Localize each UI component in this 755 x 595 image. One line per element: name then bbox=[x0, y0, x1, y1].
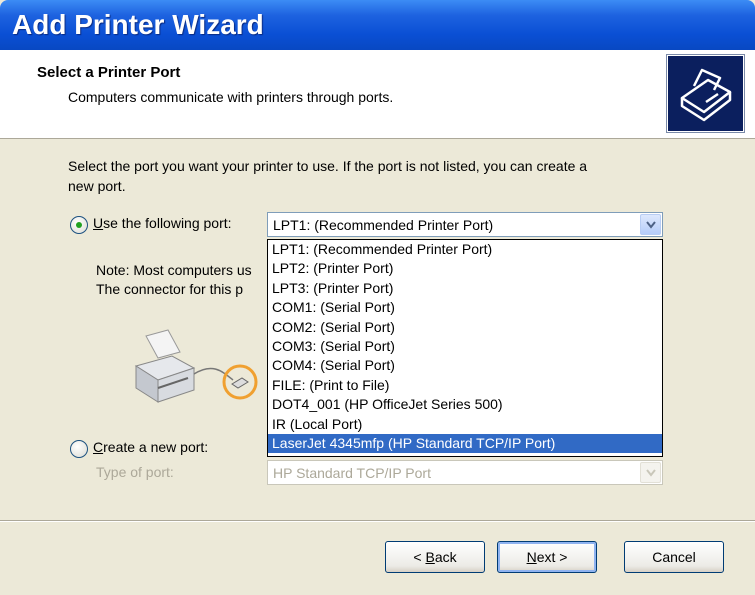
title-bar: Add Printer Wizard bbox=[0, 0, 755, 50]
back-button[interactable]: < Back bbox=[385, 541, 485, 573]
type-of-port-label: Type of port: bbox=[96, 464, 174, 480]
port-option[interactable]: LPT1: (Recommended Printer Port) bbox=[268, 240, 662, 259]
chevron-down-icon bbox=[646, 221, 656, 229]
next-button[interactable]: Next > bbox=[497, 541, 597, 573]
create-port-label-rest: reate a new port: bbox=[103, 439, 209, 455]
create-new-port-label[interactable]: Create a new port: bbox=[93, 439, 208, 455]
instruction-text-1: Select the port you want your printer to… bbox=[68, 158, 588, 174]
port-option[interactable]: DOT4_001 (HP OfficeJet Series 500) bbox=[268, 395, 662, 414]
port-select-value: LPT1: (Recommended Printer Port) bbox=[273, 217, 494, 233]
back-button-accel: B bbox=[425, 549, 435, 565]
create-port-accel: C bbox=[93, 439, 104, 455]
note-text-2: The connector for this p bbox=[96, 281, 244, 297]
port-option[interactable]: COM4: (Serial Port) bbox=[268, 356, 662, 375]
port-type-select[interactable]: HP Standard TCP/IP Port bbox=[267, 460, 663, 485]
use-following-port-radio[interactable] bbox=[70, 216, 88, 234]
port-select[interactable]: LPT1: (Recommended Printer Port) bbox=[267, 212, 663, 237]
next-button-label: ext > bbox=[536, 549, 568, 565]
port-option[interactable]: FILE: (Print to File) bbox=[268, 376, 662, 395]
instruction-text-2: new port. bbox=[68, 178, 126, 194]
use-following-port-label[interactable]: Use the following port: bbox=[93, 215, 232, 231]
port-connector-icon bbox=[231, 377, 249, 389]
back-button-prefix: < bbox=[413, 549, 426, 565]
button-separator bbox=[0, 520, 755, 522]
use-port-label-rest: se the following port: bbox=[103, 215, 232, 231]
port-option[interactable]: IR (Local Port) bbox=[268, 415, 662, 434]
port-option[interactable]: LPT3: (Printer Port) bbox=[268, 279, 662, 298]
create-new-port-radio[interactable] bbox=[70, 440, 88, 458]
cancel-button[interactable]: Cancel bbox=[624, 541, 724, 573]
printer-wizard-icon bbox=[667, 55, 744, 132]
window-title: Add Printer Wizard bbox=[12, 9, 264, 40]
port-option[interactable]: COM1: (Serial Port) bbox=[268, 298, 662, 317]
port-option[interactable]: LaserJet 4345mfp (HP Standard TCP/IP Por… bbox=[268, 433, 662, 454]
port-dropdown-list[interactable]: LPT1: (Recommended Printer Port) LPT2: (P… bbox=[267, 239, 663, 457]
page-title: Select a Printer Port bbox=[37, 64, 181, 81]
chevron-down-icon bbox=[646, 469, 656, 477]
wizard-header: Select a Printer Port Computers communic… bbox=[0, 50, 755, 139]
note-text-1: Note: Most computers us bbox=[96, 262, 252, 278]
port-select-dropdown-button[interactable] bbox=[640, 214, 661, 235]
use-port-accel: U bbox=[93, 215, 104, 231]
page-subtitle: Computers communicate with printers thro… bbox=[68, 89, 394, 105]
port-type-dropdown-button[interactable] bbox=[640, 462, 661, 483]
printer-illustration-icon bbox=[128, 322, 288, 422]
port-option[interactable]: COM2: (Serial Port) bbox=[268, 318, 662, 337]
back-button-label: ack bbox=[434, 549, 457, 565]
port-type-value: HP Standard TCP/IP Port bbox=[273, 465, 431, 481]
next-button-accel: N bbox=[526, 549, 537, 565]
port-option[interactable]: COM3: (Serial Port) bbox=[268, 337, 662, 356]
port-option[interactable]: LPT2: (Printer Port) bbox=[268, 259, 662, 278]
